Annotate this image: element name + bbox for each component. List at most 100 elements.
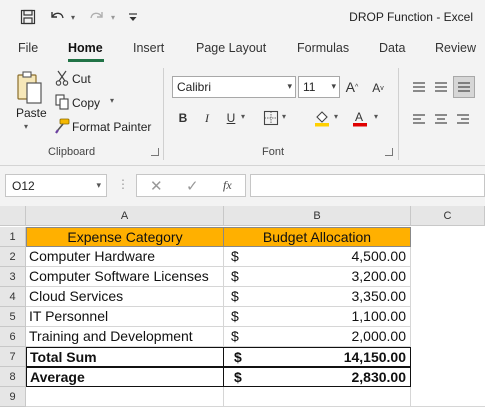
underline-button[interactable]: U	[224, 108, 238, 128]
insert-function-button[interactable]: fx	[223, 178, 232, 193]
name-box[interactable]: O12 ▾	[5, 174, 107, 197]
spreadsheet-grid: A B C 1 2 3 4 5 6 7 8 9 Expense Category…	[0, 206, 485, 415]
cell-average-amount[interactable]: $2,830.00	[223, 367, 411, 387]
align-right-icon[interactable]	[454, 110, 472, 128]
tab-formulas[interactable]: Formulas	[297, 41, 349, 55]
redo-icon[interactable]	[86, 7, 108, 27]
undo-dropdown-icon[interactable]: ▾	[68, 7, 78, 27]
formula-input[interactable]	[250, 174, 485, 197]
cell-amount[interactable]: $3,350.00	[224, 287, 411, 307]
copy-icon[interactable]	[54, 94, 70, 110]
row-header[interactable]: 7	[0, 347, 26, 367]
borders-dropdown-icon[interactable]: ▾	[282, 112, 286, 121]
enter-icon[interactable]: ✓	[186, 177, 199, 195]
paste-dropdown-icon[interactable]: ▾	[24, 122, 28, 131]
formula-bar: O12 ▾ ⋮ ✕ ✓ fx	[0, 166, 485, 206]
align-top-icon[interactable]	[410, 78, 428, 96]
cell-total-label[interactable]: Total Sum	[26, 347, 224, 367]
redo-dropdown-icon[interactable]: ▾	[108, 7, 118, 27]
format-painter-icon[interactable]	[54, 118, 70, 134]
customize-qat-icon[interactable]	[126, 7, 140, 27]
format-painter-label[interactable]: Format Painter	[72, 120, 151, 134]
cell-total-amount[interactable]: $14,150.00	[223, 347, 411, 367]
row-header[interactable]: 9	[0, 387, 26, 407]
cancel-icon[interactable]: ✕	[150, 177, 163, 195]
cell-amount[interactable]: $4,500.00	[224, 247, 411, 267]
font-launcher-icon[interactable]	[385, 148, 393, 156]
font-color-dropdown-icon[interactable]: ▾	[374, 112, 378, 121]
tab-data[interactable]: Data	[379, 41, 405, 55]
group-divider	[163, 68, 164, 160]
tab-review[interactable]: Review	[435, 41, 476, 55]
cell-b1[interactable]: Budget Allocation	[223, 227, 411, 247]
cell-amount[interactable]: $2,000.00	[224, 327, 411, 347]
tab-insert[interactable]: Insert	[133, 41, 164, 55]
cut-label[interactable]: Cut	[72, 72, 91, 86]
cut-icon[interactable]	[54, 70, 70, 86]
column-c-cells[interactable]	[411, 227, 485, 407]
row-header[interactable]: 1	[0, 227, 26, 247]
amount-value: 14,150.00	[343, 349, 406, 365]
cell-amount[interactable]: $1,100.00	[224, 307, 411, 327]
row-header[interactable]: 5	[0, 307, 26, 327]
cell-category[interactable]: Training and Development	[26, 327, 224, 347]
cell-a9[interactable]	[26, 387, 224, 407]
align-center-icon[interactable]	[432, 110, 450, 128]
font-name-combo[interactable]: Calibri ▾	[172, 76, 296, 98]
decrease-font-size-icon[interactable]: Av	[370, 77, 386, 99]
row-header[interactable]: 2	[0, 247, 26, 267]
column-header-a[interactable]: A	[26, 206, 224, 226]
underline-dropdown-icon[interactable]: ▾	[241, 112, 245, 121]
row-header[interactable]: 8	[0, 367, 26, 387]
currency-symbol: $	[234, 369, 242, 385]
cell-average-label[interactable]: Average	[26, 367, 224, 387]
tab-file[interactable]: File	[18, 41, 38, 55]
italic-button[interactable]: I	[200, 108, 214, 128]
row-header[interactable]: 4	[0, 287, 26, 307]
cell-category[interactable]: Cloud Services	[26, 287, 224, 307]
ribbon-tabs: File Home Insert Page Layout Formulas Da…	[0, 34, 485, 64]
font-size-combo[interactable]: 11 ▾	[298, 76, 340, 98]
align-middle-icon[interactable]	[432, 78, 450, 96]
align-bottom-icon[interactable]	[453, 76, 475, 98]
copy-dropdown-icon[interactable]: ▾	[110, 96, 114, 105]
font-color-icon[interactable]: A	[350, 108, 370, 128]
clipboard-group-label: Clipboard	[48, 146, 96, 158]
paste-label[interactable]: Paste	[16, 106, 47, 120]
chevron-down-icon: ▾	[331, 81, 336, 91]
tab-page-layout[interactable]: Page Layout	[196, 41, 266, 55]
undo-icon[interactable]	[46, 7, 68, 27]
tab-home[interactable]: Home	[68, 41, 103, 55]
cell-category[interactable]: Computer Software Licenses	[26, 267, 224, 287]
cell-a1[interactable]: Expense Category	[26, 227, 224, 247]
select-all-corner[interactable]	[0, 206, 26, 226]
clipboard-launcher-icon[interactable]	[151, 148, 159, 156]
ribbon: Paste ▾ Cut Copy ▾ Format Painter Clipbo…	[0, 64, 485, 166]
drag-handle-icon[interactable]: ⋮	[117, 177, 129, 191]
fill-color-dropdown-icon[interactable]: ▾	[334, 112, 338, 121]
cell-amount[interactable]: $3,200.00	[224, 267, 411, 287]
column-header-c[interactable]: C	[411, 206, 485, 226]
cell-category[interactable]: IT Personnel	[26, 307, 224, 327]
chevron-down-icon: ▾	[287, 81, 292, 91]
copy-label[interactable]: Copy	[72, 96, 100, 110]
column-header-b[interactable]: B	[224, 206, 411, 226]
borders-icon[interactable]	[262, 108, 280, 128]
paste-icon[interactable]	[14, 68, 46, 108]
amount-value: 1,100.00	[351, 308, 407, 324]
align-left-icon[interactable]	[410, 110, 428, 128]
row-header[interactable]: 3	[0, 267, 26, 287]
fill-color-icon[interactable]	[312, 108, 332, 128]
amount-value: 2,830.00	[351, 369, 407, 385]
cell-category[interactable]: Computer Hardware	[26, 247, 224, 267]
bold-button[interactable]: B	[176, 108, 190, 128]
currency-symbol: $	[231, 248, 239, 264]
cell-b9[interactable]	[224, 387, 411, 407]
amount-value: 2,000.00	[351, 328, 407, 344]
currency-symbol: $	[234, 349, 242, 365]
title-bar: ▾ ▾ DROP Function - Excel	[0, 0, 485, 34]
row-header[interactable]: 6	[0, 327, 26, 347]
save-icon[interactable]	[18, 7, 38, 27]
increase-font-size-icon[interactable]: A ^	[344, 76, 360, 98]
group-divider	[398, 68, 399, 160]
